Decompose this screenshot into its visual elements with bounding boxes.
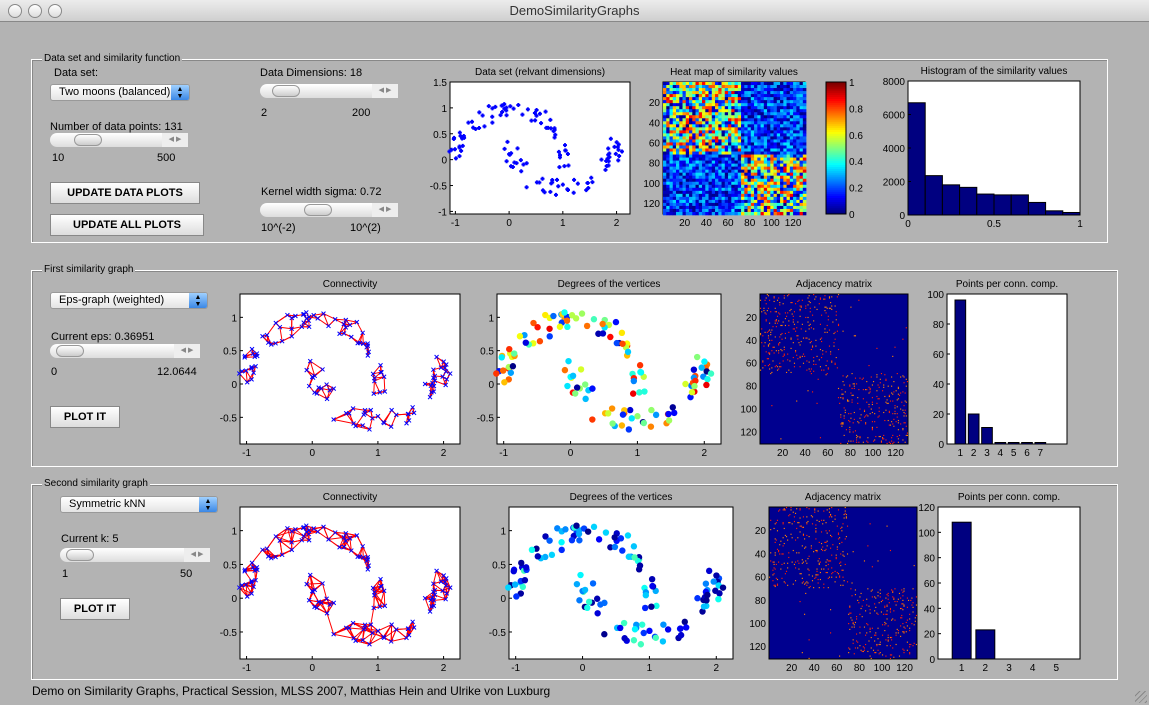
slider-step-arrows-icon[interactable]: ◀ ▶ (372, 84, 398, 98)
npoints-max: 500 (157, 152, 176, 164)
graph-type-value: Eps-graph (weighted) (59, 294, 165, 306)
k-max: 50 (180, 568, 193, 580)
up-down-arrows-icon: ▲ ▼ (189, 293, 207, 308)
eps-max: 12.0644 (157, 366, 197, 378)
slider-thumb[interactable] (304, 204, 332, 216)
npoints-slider[interactable]: ◀ ▶ (50, 133, 188, 147)
minimize-window-button[interactable] (28, 4, 42, 18)
panel-label: First similarity graph (42, 264, 136, 276)
dataset-select[interactable]: Two moons (balanced) ▲ ▼ (50, 84, 190, 101)
window-title: DemoSimilarityGraphs (509, 3, 640, 18)
slider-thumb[interactable] (272, 85, 300, 97)
eps-slider[interactable]: ◀ ▶ (50, 344, 200, 358)
sigma-max: 10^(2) (350, 222, 381, 234)
dims-min: 2 (261, 107, 268, 119)
k-label: Current k: 5 (61, 533, 119, 545)
plot-it-button-first[interactable]: PLOT IT (50, 406, 120, 428)
update-data-plots-button[interactable]: UPDATE DATA PLOTS (50, 182, 200, 204)
sigma-label: Kernel width sigma: 0.72 (261, 186, 382, 198)
second-graph-type-select[interactable]: Symmetric kNN ▲ ▼ (60, 496, 218, 513)
dims-slider[interactable]: ◀ ▶ (260, 84, 398, 98)
k-slider[interactable]: ◀ ▶ (60, 548, 210, 562)
graph-type-value: Symmetric kNN (69, 498, 146, 510)
sigma-slider[interactable]: ◀ ▶ (260, 203, 398, 217)
title-bar: DemoSimilarityGraphs (0, 0, 1149, 22)
update-all-plots-button[interactable]: UPDATE ALL PLOTS (50, 214, 204, 236)
eps-label: Current eps: 0.36951 (51, 331, 155, 343)
slider-step-arrows-icon[interactable]: ◀ ▶ (184, 548, 210, 562)
zoom-window-button[interactable] (48, 4, 62, 18)
eps-min: 0 (51, 366, 58, 378)
dataset-select-value: Two moons (balanced) (59, 86, 171, 98)
slider-step-arrows-icon[interactable]: ◀ ▶ (372, 203, 398, 217)
second-graph-panel: Second similarity graph (31, 478, 1118, 680)
slider-thumb[interactable] (56, 345, 84, 357)
first-graph-type-select[interactable]: Eps-graph (weighted) ▲ ▼ (50, 292, 208, 309)
close-window-button[interactable] (8, 4, 22, 18)
up-down-arrows-icon: ▲ ▼ (171, 85, 189, 100)
panel-label: Data set and similarity function (42, 53, 183, 65)
npoints-min: 10 (52, 152, 65, 164)
panel-label: Second similarity graph (42, 478, 150, 490)
slider-step-arrows-icon[interactable]: ◀ ▶ (162, 133, 188, 147)
dims-max: 200 (352, 107, 371, 119)
up-down-arrows-icon: ▲ ▼ (199, 497, 217, 512)
k-min: 1 (62, 568, 69, 580)
plot-it-button-second[interactable]: PLOT IT (60, 598, 130, 620)
slider-thumb[interactable] (66, 549, 94, 561)
slider-step-arrows-icon[interactable]: ◀ ▶ (174, 344, 200, 358)
dataset-label: Data set: (54, 67, 99, 79)
dims-label: Data Dimensions: 18 (260, 67, 363, 79)
slider-thumb[interactable] (74, 134, 102, 146)
sigma-min: 10^(-2) (261, 222, 296, 234)
npoints-label: Number of data points: 131 (50, 121, 183, 133)
